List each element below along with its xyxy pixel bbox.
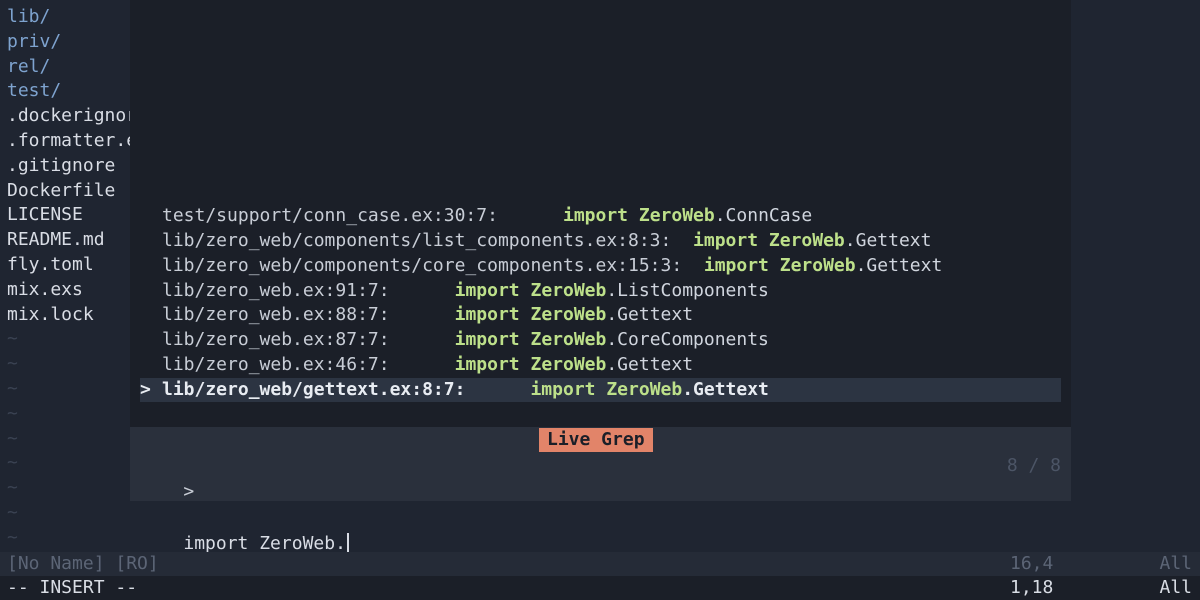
result-row-selected[interactable]: > lib/zero_web/gettext.ex:8:7: import Zer… (140, 377, 1061, 402)
result-space (628, 205, 639, 226)
scroll-indicator: All (1159, 553, 1192, 574)
status-line: [No Name] [RO] 16,4 All (0, 552, 1200, 576)
result-rest: .ListComponents (606, 279, 769, 301)
explorer-file-item[interactable]: .dockerignor (7, 104, 130, 128)
explorer-dir-item[interactable]: lib/ (7, 5, 50, 29)
match-keyword: import (703, 254, 769, 276)
prompt-pane: Live Grep > import ZeroWeb. 8 / 8 (130, 427, 1071, 555)
buffer-name: [No Name] [RO] (7, 553, 159, 574)
result-path: lib/zero_web.ex:87:7: (162, 329, 390, 351)
result-rest: .Gettext (855, 254, 943, 276)
explorer-dir-item[interactable]: priv/ (7, 30, 61, 54)
result-rest: .Gettext (606, 304, 694, 326)
cursor-position: 16,4 (1010, 553, 1054, 574)
match-module: ZeroWeb (530, 354, 607, 376)
match-keyword: import (693, 229, 759, 251)
result-gap (671, 230, 693, 251)
result-path: lib/zero_web/components/list_components.… (162, 229, 672, 251)
result-row[interactable]: lib/zero_web/components/core_components.… (140, 254, 1061, 278)
result-gap (390, 329, 455, 350)
explorer-file-item[interactable]: README.md (7, 228, 105, 252)
prompt-line[interactable]: > import ZeroWeb. (140, 453, 349, 555)
result-rest: .Gettext (606, 354, 694, 376)
match-keyword: import (454, 279, 520, 301)
results-pane: test/support/conn_case.ex:30:7: import Z… (130, 0, 1071, 427)
result-gap (390, 354, 455, 375)
empty-line-marker: ~ (7, 353, 18, 375)
match-module: ZeroWeb (606, 378, 683, 400)
result-rest: .Gettext (682, 378, 769, 400)
empty-line-marker: ~ (7, 427, 18, 449)
result-path: lib/zero_web.ex:46:7: (162, 354, 390, 376)
explorer-file-item[interactable]: fly.toml (7, 253, 94, 277)
match-module: ZeroWeb (779, 254, 856, 276)
result-space (520, 329, 531, 350)
result-gap (498, 205, 563, 226)
explorer-file-item[interactable]: mix.exs (7, 278, 83, 302)
command-line: -- INSERT -- 1,18 All (0, 576, 1200, 600)
prompt-prefix: > (183, 481, 195, 502)
explorer-file-item[interactable]: Dockerfile (7, 179, 115, 203)
result-space (596, 379, 607, 400)
result-path: lib/zero_web/components/core_components.… (162, 254, 683, 276)
result-counter: 8 / 8 (1006, 455, 1061, 476)
empty-line-marker: ~ (7, 526, 18, 548)
result-row[interactable]: lib/zero_web.ex:88:7: import ZeroWeb.Get… (140, 303, 1061, 327)
picker-title-badge: Live Grep (539, 428, 653, 452)
explorer-file-item[interactable]: mix.lock (7, 303, 94, 327)
match-keyword: import (454, 329, 520, 351)
match-module: ZeroWeb (530, 279, 607, 301)
explorer-file-item[interactable]: LICENSE (7, 203, 83, 227)
empty-line-marker: ~ (7, 402, 18, 424)
result-path: lib/zero_web.ex:88:7: (162, 304, 390, 326)
result-rest: .CoreComponents (606, 329, 769, 351)
match-module: ZeroWeb (638, 205, 715, 226)
result-row[interactable]: lib/zero_web/components/list_components.… (140, 229, 1061, 253)
explorer-dir-item[interactable]: test/ (7, 79, 61, 103)
explorer-dir-item[interactable]: rel/ (7, 55, 50, 79)
cmdline-scroll-indicator: All (1159, 577, 1192, 598)
cmdline-position: 1,18 (1010, 577, 1054, 598)
match-keyword: import (530, 378, 596, 400)
match-keyword: import (562, 205, 629, 226)
result-path: lib/zero_web/gettext.ex:8:7: (162, 378, 466, 400)
result-space (758, 230, 769, 251)
empty-line-marker: ~ (7, 328, 18, 350)
match-module: ZeroWeb (530, 329, 607, 351)
result-row[interactable]: lib/zero_web.ex:87:7: import ZeroWeb.Cor… (140, 328, 1061, 352)
result-path: test/support/conn_case.ex:30:7: (162, 205, 498, 226)
result-space (520, 280, 531, 301)
result-row[interactable]: lib/zero_web.ex:91:7: import ZeroWeb.Lis… (140, 279, 1061, 303)
match-module: ZeroWeb (530, 304, 607, 326)
explorer-file-item[interactable]: .formatter.e (7, 129, 130, 153)
result-path: lib/zero_web.ex:91:7: (162, 279, 390, 301)
result-space (769, 255, 780, 276)
result-space (520, 304, 531, 325)
empty-line-marker: ~ (7, 477, 18, 499)
result-gap (465, 379, 530, 400)
selection-caret: > (140, 378, 151, 400)
file-explorer: lib/priv/rel/test/.dockerignor .formatter… (0, 0, 130, 552)
result-row[interactable]: lib/zero_web.ex:46:7: import ZeroWeb.Get… (140, 353, 1061, 377)
empty-line-marker: ~ (7, 378, 18, 399)
match-keyword: import (454, 354, 520, 376)
explorer-file-item[interactable]: .gitignore (7, 154, 115, 178)
result-row[interactable]: test/support/conn_case.ex:30:7: import Z… (140, 204, 1061, 228)
result-gap (682, 255, 704, 276)
result-rest: .Gettext (844, 229, 932, 251)
result-gap (390, 280, 455, 301)
result-rest: .ConnCase (714, 205, 813, 226)
result-gap (390, 304, 455, 325)
empty-line-marker: ~ (7, 502, 18, 523)
match-keyword: import (454, 304, 520, 326)
match-module: ZeroWeb (768, 229, 845, 251)
empty-line-marker: ~ (7, 452, 18, 474)
result-space (520, 354, 531, 375)
mode-indicator: -- INSERT -- (7, 577, 138, 598)
